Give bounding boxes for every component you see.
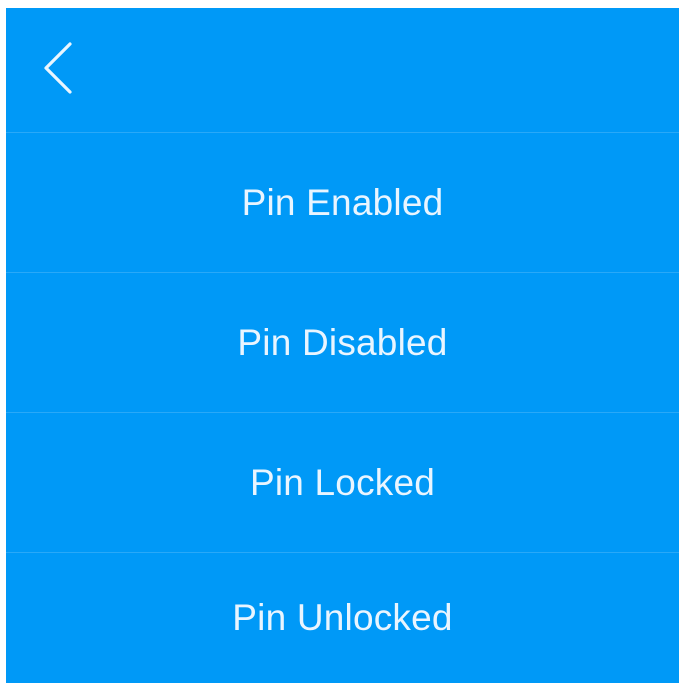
menu-item-pin-unlocked[interactable]: Pin Unlocked xyxy=(6,553,679,683)
back-button[interactable] xyxy=(34,38,80,98)
chevron-left-icon xyxy=(44,42,72,94)
menu-item-label: Pin Disabled xyxy=(237,321,448,363)
top-bar xyxy=(6,8,679,133)
menu-item-pin-locked[interactable]: Pin Locked xyxy=(6,413,679,553)
pin-status-screen: Pin Enabled Pin Disabled Pin Locked Pin … xyxy=(6,8,679,683)
menu-item-pin-disabled[interactable]: Pin Disabled xyxy=(6,273,679,413)
menu-item-label: Pin Locked xyxy=(249,461,436,503)
menu-item-label: Pin Enabled xyxy=(241,181,444,223)
menu-item-pin-enabled[interactable]: Pin Enabled xyxy=(6,133,679,273)
menu-item-label: Pin Unlocked xyxy=(232,597,453,638)
